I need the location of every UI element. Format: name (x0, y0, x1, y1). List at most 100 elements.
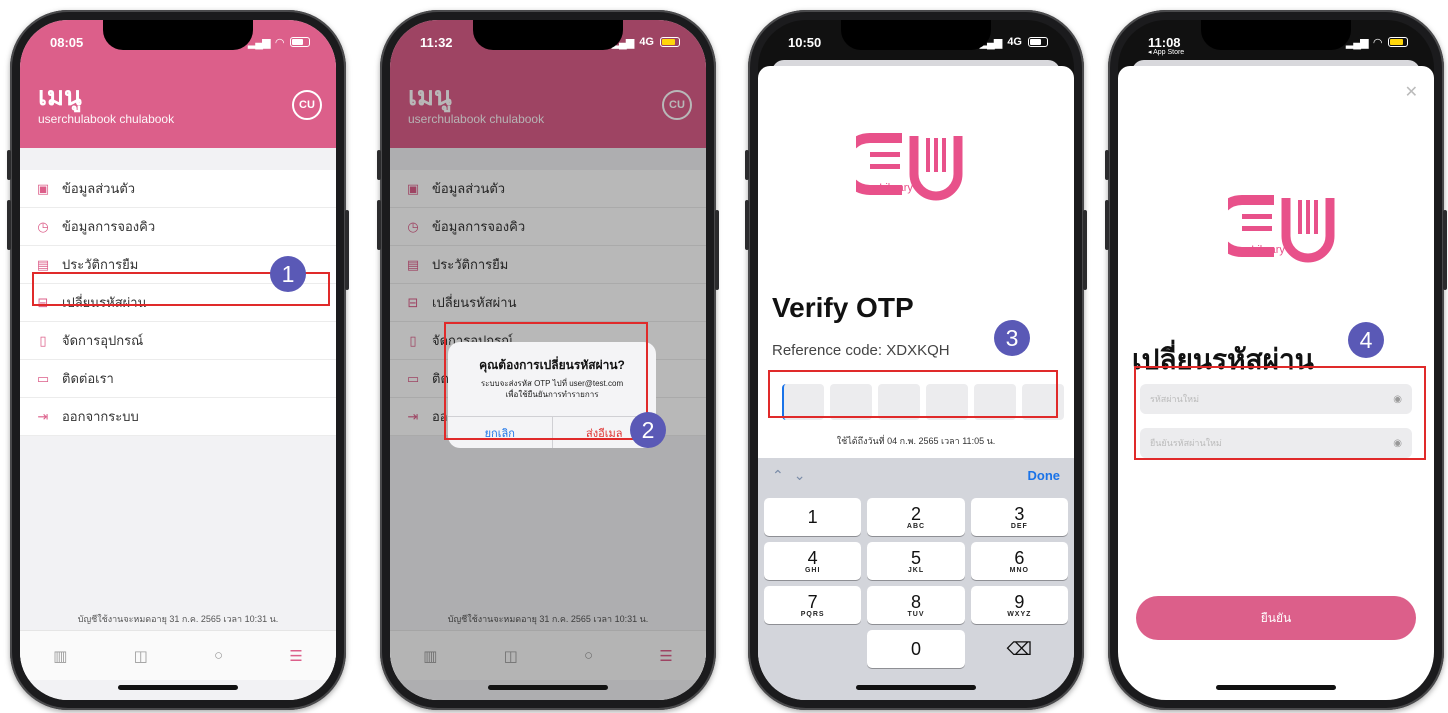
close-icon[interactable]: ✕ (1405, 82, 1418, 102)
key-7[interactable]: 7 PQRS (764, 586, 862, 624)
tab-library[interactable]: ◫ (134, 647, 148, 665)
home-indicator (1216, 685, 1336, 690)
side-button (1443, 210, 1447, 290)
confirm-button[interactable]: ยืนยัน (1136, 596, 1416, 640)
key-digit: 0 (910, 639, 921, 659)
phone-menu: 08:05 ▂▄▆ ◠ เมนู userchulabook chulabook … (7, 10, 349, 710)
page-title: Verify OTP (772, 292, 914, 323)
highlight-box (444, 322, 648, 440)
side-button (1083, 210, 1087, 290)
key-9[interactable]: 9 WXYZ (970, 586, 1068, 624)
key-letters: ABC (906, 522, 926, 530)
tab-bar: ▥ ◫ ○ ☰ (20, 630, 336, 680)
highlight-box (768, 370, 1058, 418)
step-badge: 4 (1348, 322, 1384, 358)
key-letters: GHI (804, 566, 821, 574)
battery-icon (660, 37, 680, 47)
step-badge: 1 (270, 256, 306, 292)
notch (103, 20, 253, 50)
key-letters: PQRS (800, 610, 825, 618)
elibrary-logo-icon (856, 133, 963, 201)
tab-search[interactable]: ○ (214, 647, 223, 664)
books-icon: ▥ (53, 647, 68, 665)
status-time: 10:50 (788, 34, 822, 50)
key-digit: 3 (1014, 503, 1025, 524)
menu-item-devices[interactable]: ▯ จัดการอุปกรณ์ (20, 322, 336, 360)
side-button (7, 150, 11, 180)
key-digit: 4 (807, 547, 818, 568)
menu-item-queue[interactable]: ◷ ข้อมูลการจองคิว (20, 208, 336, 246)
shelf-icon: ◫ (133, 647, 148, 665)
screen: 11:08 ▂▄▆ ◠ ◂ App Store ✕ eLibrary เปลี่ย… (1118, 20, 1434, 700)
status-time: 08:05 (50, 34, 84, 50)
elibrary-logo: eLibrary (1228, 190, 1348, 263)
back-to-app-store[interactable]: ◂ App Store (1148, 48, 1184, 56)
logo-text: eLibrary (1245, 244, 1285, 256)
key-digit: 5 (910, 547, 921, 568)
phone-dialog: 11:32 ▂▄▆ 4G เมนู userchulabook chulabook… (377, 10, 719, 710)
key-6[interactable]: 6 MNO (970, 542, 1068, 580)
side-button (745, 200, 749, 250)
screen: 10:50 ▂▄▆ 4G eLibrary Verify OTP Referenc… (758, 20, 1074, 700)
key-1[interactable]: 1 (764, 498, 862, 536)
menu-item-profile[interactable]: ▣ ข้อมูลส่วนตัว (20, 170, 336, 208)
key-letters: TUV (907, 610, 925, 618)
screen: 08:05 ▂▄▆ ◠ เมนู userchulabook chulabook … (20, 20, 336, 700)
key-digit: 7 (807, 591, 818, 612)
key-blank (764, 630, 861, 668)
notch (841, 20, 991, 50)
home-indicator (118, 685, 238, 690)
side-button (745, 150, 749, 180)
side-button (1105, 150, 1109, 180)
key-0[interactable]: 0 (867, 630, 965, 668)
key-3[interactable]: 3 DEF (970, 498, 1068, 536)
otp-expiry: ใช้ได้ถึงวันที่ 04 ก.พ. 2565 เวลา 11:05 … (836, 436, 996, 446)
phone-otp: 10:50 ▂▄▆ 4G eLibrary Verify OTP Referenc… (745, 10, 1087, 710)
search-icon: ○ (214, 647, 224, 664)
menu-item-label: ออกจากระบบ (62, 409, 139, 424)
battery-icon (1388, 37, 1408, 47)
home-indicator (856, 685, 976, 690)
menu-item-label: ข้อมูลส่วนตัว (62, 181, 136, 196)
key-digit: 1 (807, 507, 818, 527)
status-time: 11:32 (420, 34, 453, 50)
battery-icon (1028, 37, 1048, 47)
notch (473, 20, 623, 50)
key-letters: MNO (1009, 566, 1029, 574)
network-label: 4G (1007, 36, 1022, 48)
tab-menu[interactable]: ☰ (289, 647, 302, 665)
elibrary-logo: eLibrary (856, 128, 976, 201)
step-badge: 3 (994, 320, 1030, 356)
menu-item-label: จัดการอุปกรณ์ (62, 333, 144, 348)
person-card-icon: ▣ (36, 180, 50, 196)
avatar[interactable]: CU (292, 90, 322, 120)
clock-icon: ◷ (37, 218, 49, 234)
key-2[interactable]: 2 ABC (867, 498, 965, 536)
device-icon: ▯ (39, 332, 47, 348)
chevron-up-down-icon[interactable]: ⌃⌄ (772, 467, 815, 484)
side-button (345, 210, 349, 290)
tab-home[interactable]: ▥ (53, 647, 67, 665)
wifi-icon: ◠ (1373, 36, 1382, 49)
logout-icon: ⇥ (37, 408, 49, 424)
side-button (715, 210, 719, 290)
menu-item-label: ข้อมูลการจองคิว (62, 219, 156, 234)
side-button (1105, 200, 1109, 250)
key-8[interactable]: 8 TUV (867, 586, 965, 624)
elibrary-logo-icon (1228, 195, 1335, 263)
key-letters: JKL (907, 566, 925, 574)
highlight-box (1134, 366, 1426, 460)
done-button[interactable]: Done (1028, 468, 1061, 483)
wifi-icon: ◠ (275, 36, 284, 49)
hamburger-icon: ☰ (289, 647, 303, 665)
key-4[interactable]: 4 GHI (764, 542, 862, 580)
phone-change-password: 11:08 ▂▄▆ ◠ ◂ App Store ✕ eLibrary เปลี่ย… (1105, 10, 1447, 710)
key-5[interactable]: 5 JKL (867, 542, 965, 580)
key-digit: 2 (910, 503, 921, 524)
backspace-key[interactable]: ⌫ (971, 630, 1068, 668)
backspace-icon: ⌫ (1006, 639, 1033, 659)
menu-item-contact[interactable]: ▭ ติดต่อเรา (20, 360, 336, 398)
menu-item-logout[interactable]: ⇥ ออกจากระบบ (20, 398, 336, 436)
side-button (377, 200, 381, 250)
side-button (7, 200, 11, 250)
